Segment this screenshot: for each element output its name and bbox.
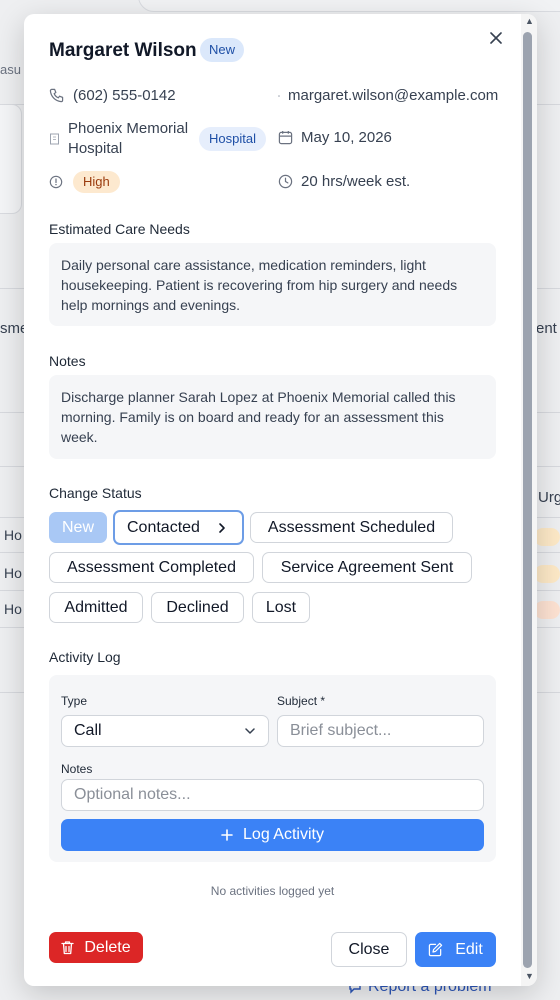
activity-notes-input[interactable]: Optional notes... [61, 779, 484, 811]
background-row-text: Ho [4, 527, 22, 543]
chevron-down-icon [245, 728, 255, 734]
status-contacted-button[interactable]: Contacted [113, 510, 244, 545]
status-service-agreement-sent-button[interactable]: Service Agreement Sent [262, 552, 472, 583]
scroll-down-arrow-icon[interactable]: ▼ [525, 971, 534, 981]
lead-name: Margaret Wilson [49, 40, 197, 61]
activity-notes-label: Notes [61, 762, 93, 776]
facility-info: Phoenix Memorial Hospital [49, 119, 198, 159]
type-label: Type [61, 694, 88, 708]
calendar-icon [278, 130, 293, 145]
date-info: May 10, 2026 [278, 129, 392, 146]
status-admitted-button[interactable]: Admitted [49, 592, 143, 623]
status-assessment-scheduled-button[interactable]: Assessment Scheduled [250, 512, 453, 543]
activity-log-label: Activity Log [49, 649, 121, 665]
status-new-button[interactable]: New [49, 512, 107, 543]
edit-icon [429, 942, 443, 957]
referral-date: May 10, 2026 [301, 129, 392, 146]
building-icon [50, 133, 59, 145]
email-info: margaret.wilson@example.com [278, 87, 498, 104]
status-assessment-completed-button[interactable]: Assessment Completed [49, 552, 254, 583]
log-activity-label: Log Activity [243, 826, 324, 843]
scroll-up-arrow-icon[interactable]: ▲ [525, 16, 534, 26]
edit-label: Edit [455, 940, 483, 958]
background-card [0, 104, 22, 214]
phone-icon [49, 88, 64, 103]
status-badge: New [200, 38, 245, 62]
lead-detail-modal: ▲ ▼ Margaret Wilson New (602) 555-0142 m… [24, 14, 537, 986]
background-search-bar [138, 0, 560, 12]
facility-type-badge: Hospital [199, 127, 266, 151]
notes-label: Notes [49, 353, 86, 369]
estimated-hours: 20 hrs/week est. [301, 173, 411, 190]
edit-button[interactable]: Edit [415, 932, 496, 967]
delete-button[interactable]: Delete [49, 932, 143, 963]
chevron-right-icon [219, 522, 225, 533]
activity-type-select[interactable]: Call [61, 715, 269, 747]
no-activities-message: No activities logged yet [210, 884, 335, 898]
mail-icon [278, 94, 280, 97]
close-button[interactable]: Close [331, 932, 407, 967]
care-needs-text: Daily personal care assistance, medicati… [49, 243, 496, 326]
background-row-badge [534, 528, 560, 546]
notes-text: Discharge planner Sarah Lopez at Phoenix… [49, 375, 496, 459]
email-address[interactable]: margaret.wilson@example.com [288, 87, 498, 104]
phone-number[interactable]: (602) 555-0142 [73, 87, 176, 104]
background-column-header: Urg [538, 489, 560, 506]
care-needs-label: Estimated Care Needs [49, 221, 190, 237]
delete-label: Delete [84, 938, 131, 956]
subject-label: Subject * [277, 694, 326, 708]
urgency-info: High [49, 171, 120, 193]
close-icon [490, 32, 502, 44]
alert-circle-icon [49, 175, 63, 189]
activity-log-form: Type Subject * Call Brief subject... Not… [49, 675, 496, 862]
close-modal-button[interactable] [486, 28, 506, 48]
subject-input[interactable]: Brief subject... [277, 715, 484, 747]
background-row-text: Ho [4, 601, 22, 617]
background-fragment: asu [0, 62, 21, 77]
plus-icon [221, 829, 233, 841]
scrollbar-thumb[interactable] [523, 32, 532, 968]
background-row-badge [534, 601, 560, 619]
status-lost-button[interactable]: Lost [252, 592, 310, 623]
phone-info: (602) 555-0142 [49, 87, 176, 104]
log-activity-button[interactable]: Log Activity [61, 819, 484, 851]
clock-icon [278, 174, 293, 189]
hours-info: 20 hrs/week est. [278, 173, 410, 190]
background-row-text: Ho [4, 565, 22, 581]
activity-type-value: Call [74, 722, 102, 739]
background-row-badge [534, 565, 560, 583]
facility-name: Phoenix Memorial Hospital [68, 120, 189, 157]
trash-icon [61, 941, 75, 955]
status-contacted-label: Contacted [127, 518, 200, 536]
background-header-fragment: ent [536, 320, 557, 337]
status-declined-button[interactable]: Declined [151, 592, 244, 623]
change-status-label: Change Status [49, 485, 142, 501]
urgency-badge: High [73, 171, 120, 193]
